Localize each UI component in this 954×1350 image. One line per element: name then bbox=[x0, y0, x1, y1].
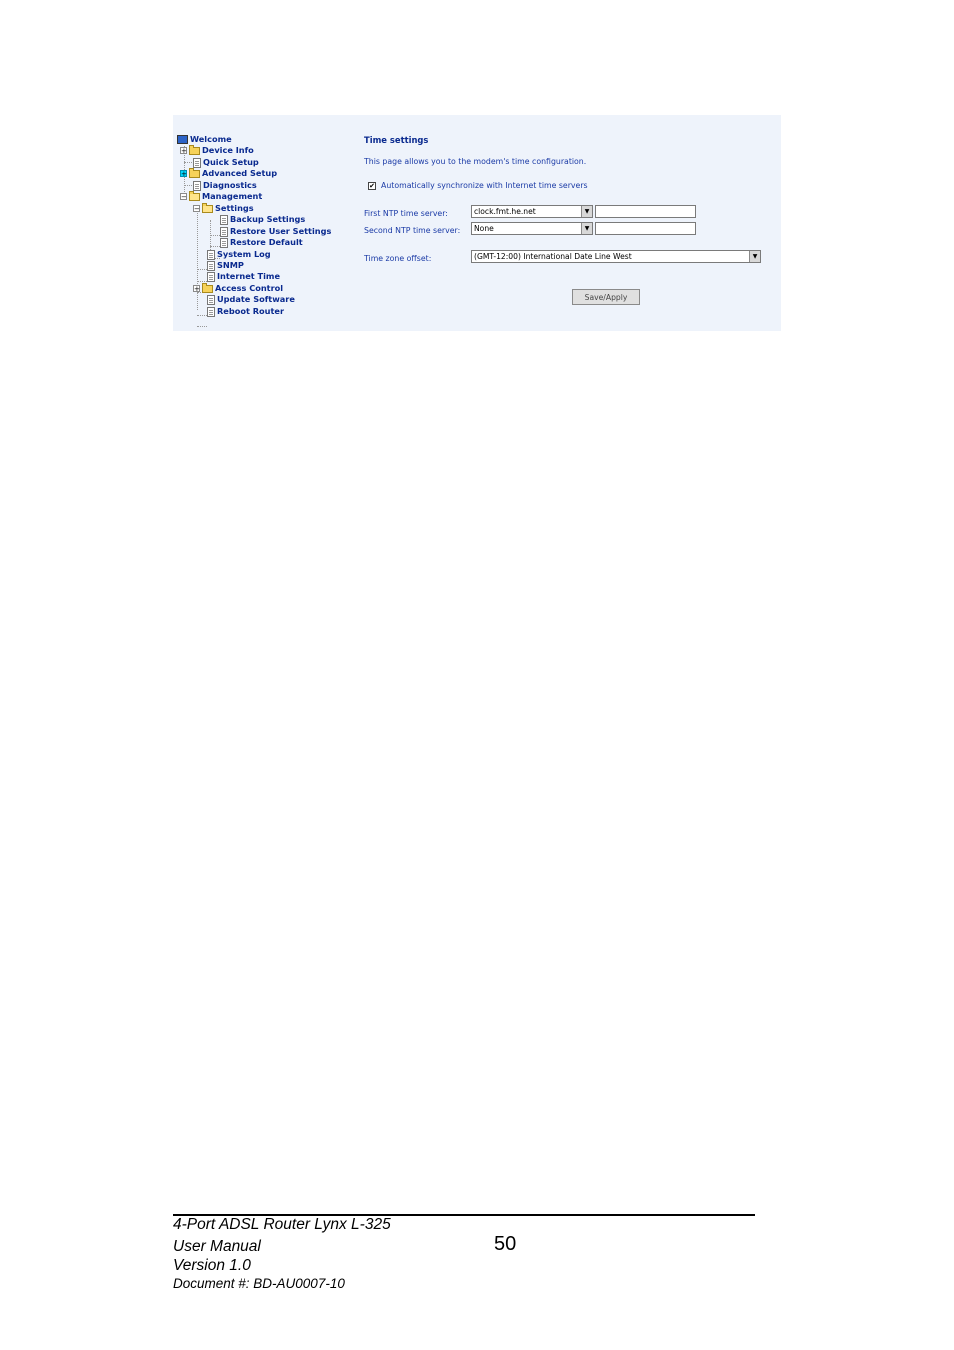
tree-item-advanced-setup[interactable]: + Advanced Setup bbox=[180, 167, 277, 179]
folder-icon bbox=[189, 144, 200, 155]
page-icon bbox=[207, 294, 215, 305]
page-icon bbox=[220, 226, 228, 237]
tree-item-reboot-router[interactable]: Reboot Router bbox=[207, 306, 284, 317]
second-ntp-custom-input[interactable] bbox=[595, 222, 696, 235]
auto-sync-row: ✔ Automatically synchronize with Interne… bbox=[368, 181, 588, 190]
dropdown-arrow-icon[interactable]: ▼ bbox=[581, 223, 592, 234]
expand-plus-icon[interactable]: + bbox=[180, 170, 187, 178]
tree-line bbox=[197, 315, 207, 316]
page-title: Time settings bbox=[364, 135, 429, 145]
dropdown-arrow-icon[interactable]: ▼ bbox=[581, 206, 592, 217]
first-ntp-custom-input[interactable] bbox=[595, 205, 696, 218]
second-ntp-label: Second NTP time server: bbox=[364, 226, 461, 235]
first-ntp-label: First NTP time server: bbox=[364, 209, 448, 218]
open-folder-icon bbox=[202, 202, 213, 213]
footer-version: Version 1.0 bbox=[173, 1257, 251, 1274]
tree-line bbox=[210, 246, 220, 247]
footer-document-number: Document #: BD-AU0007-10 bbox=[173, 1276, 345, 1291]
expand-plus-icon[interactable]: + bbox=[193, 285, 200, 293]
page-icon bbox=[193, 157, 201, 168]
router-web-ui-screenshot: Welcome + Device Info Quick Setup + Adva… bbox=[173, 115, 781, 331]
tree-line bbox=[197, 269, 207, 270]
open-folder-icon bbox=[189, 190, 200, 201]
tree-item-internet-time[interactable]: Internet Time bbox=[207, 271, 280, 282]
tree-item-management[interactable]: − Management bbox=[180, 190, 262, 202]
page-icon bbox=[207, 249, 215, 260]
save-apply-button[interactable]: Save/Apply bbox=[572, 289, 640, 305]
tree-item-restore-default[interactable]: Restore Default bbox=[220, 237, 303, 248]
auto-sync-checkbox[interactable]: ✔ bbox=[368, 181, 376, 190]
collapse-minus-icon[interactable]: − bbox=[193, 205, 200, 213]
tree-item-quick-setup[interactable]: Quick Setup bbox=[193, 157, 259, 168]
tree-item-backup-settings[interactable]: Backup Settings bbox=[220, 214, 305, 225]
tree-item-update-software[interactable]: Update Software bbox=[207, 294, 295, 305]
tree-item-welcome[interactable]: Welcome bbox=[177, 134, 232, 145]
tree-item-restore-user-settings[interactable]: Restore User Settings bbox=[220, 226, 331, 237]
page-icon bbox=[220, 214, 228, 225]
tree-line bbox=[197, 326, 207, 327]
tree-item-device-info[interactable]: + Device Info bbox=[180, 144, 254, 156]
timezone-label: Time zone offset: bbox=[364, 254, 432, 263]
collapse-minus-icon[interactable]: − bbox=[180, 193, 187, 201]
folder-icon bbox=[189, 167, 200, 178]
time-settings-panel: Time settings This page allows you to th… bbox=[364, 115, 774, 331]
computer-icon bbox=[177, 135, 188, 144]
auto-sync-label: Automatically synchronize with Internet … bbox=[381, 181, 588, 190]
tree-line bbox=[210, 235, 220, 236]
page-icon bbox=[207, 271, 215, 282]
footer-product: 4-Port ADSL Router Lynx L-325 bbox=[173, 1216, 391, 1233]
page-icon bbox=[220, 237, 228, 248]
dropdown-arrow-icon[interactable]: ▼ bbox=[749, 251, 760, 262]
page-icon bbox=[207, 306, 215, 317]
tree-item-snmp[interactable]: SNMP bbox=[207, 260, 244, 271]
tree-item-access-control[interactable]: + Access Control bbox=[193, 282, 283, 294]
second-ntp-select[interactable]: None ▼ bbox=[471, 222, 593, 235]
folder-icon bbox=[202, 282, 213, 293]
page-icon bbox=[193, 180, 201, 191]
tree-item-diagnostics[interactable]: Diagnostics bbox=[193, 180, 257, 191]
first-ntp-select[interactable]: clock.fmt.he.net ▼ bbox=[471, 205, 593, 218]
expand-plus-icon[interactable]: + bbox=[180, 147, 187, 155]
tree-item-system-log[interactable]: System Log bbox=[207, 249, 271, 260]
tree-line bbox=[197, 210, 198, 310]
timezone-select[interactable]: (GMT-12:00) International Date Line West… bbox=[471, 250, 761, 263]
page-description: This page allows you to the modem's time… bbox=[364, 157, 587, 166]
page-number: 50 bbox=[494, 1233, 517, 1255]
page-icon bbox=[207, 260, 215, 271]
footer-manual: User Manual bbox=[173, 1238, 261, 1255]
tree-item-settings[interactable]: − Settings bbox=[193, 202, 254, 214]
